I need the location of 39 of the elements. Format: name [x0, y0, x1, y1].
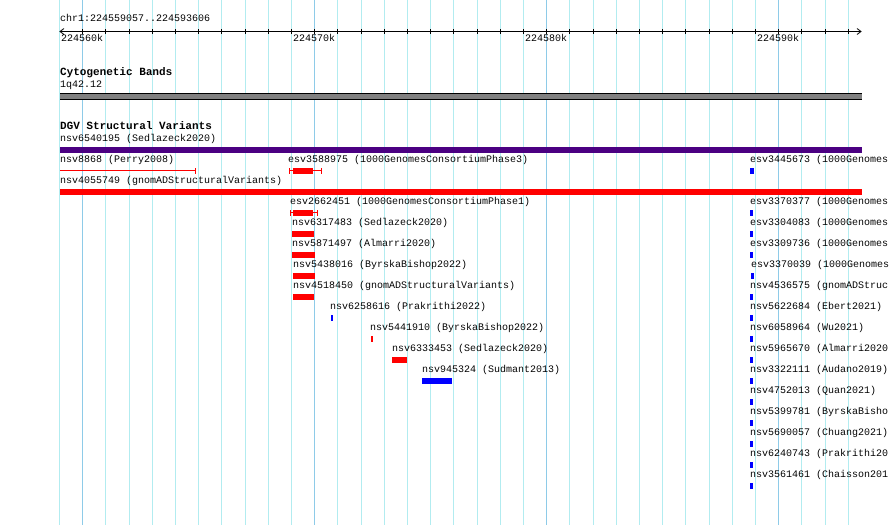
- variant-label[interactable]: nsv6540195 (Sedlazeck2020): [60, 134, 216, 146]
- variant-label[interactable]: nsv4752013 (Quan2021): [750, 386, 876, 398]
- variant-label[interactable]: nsv5690057 (Chuang2021): [750, 428, 888, 440]
- variant-label[interactable]: nsv6258616 (Prakrithi2022): [330, 302, 486, 314]
- variant-label[interactable]: esv3370039 (1000Genomes: [751, 260, 890, 272]
- location-label: chr1:224559057..224593606: [60, 14, 210, 26]
- variant-label[interactable]: nsv5399781 (ByrskaBisho: [750, 407, 888, 419]
- variant-label[interactable]: nsv945324 (Sudmant2013): [422, 365, 560, 377]
- tick-label: 224590k: [757, 34, 799, 46]
- variant-feature[interactable]: [60, 168, 196, 174]
- variant-label[interactable]: esv3309736 (1000Genomes: [750, 239, 888, 251]
- variant-label[interactable]: nsv3561461 (Chaisson201: [750, 470, 888, 482]
- variant-label[interactable]: nsv3322111 (Audano2019): [750, 365, 888, 377]
- variant-label[interactable]: nsv6240743 (Prakrithi20: [750, 449, 888, 461]
- tick-label: 224580k: [525, 34, 567, 46]
- variant-label[interactable]: nsv6333453 (Sedlazeck2020): [392, 344, 548, 356]
- variant-label[interactable]: esv3445673 (1000Genomes: [750, 155, 888, 167]
- variant-feature[interactable]: [290, 210, 318, 216]
- variant-label[interactable]: nsv4518450 (gnomADStructuralVariants): [293, 281, 516, 293]
- variant-label[interactable]: nsv5438016 (ByrskaBishop2022): [293, 260, 468, 272]
- variant-label[interactable]: esv2662451 (1000GenomesConsortiumPhase1): [290, 197, 530, 209]
- band-label: 1q42.12: [60, 80, 102, 92]
- variant-label[interactable]: nsv5441910 (ByrskaBishop2022): [370, 323, 544, 335]
- variant-label[interactable]: nsv5871497 (Almarri2020): [292, 239, 436, 251]
- variant-label[interactable]: esv3370377 (1000Genomes: [750, 197, 888, 209]
- variant-label[interactable]: nsv8868 (Perry2008): [60, 155, 174, 167]
- variant-feature[interactable]: [289, 168, 322, 174]
- tick-label: 224570k: [293, 34, 335, 46]
- variant-label[interactable]: esv3588975 (1000GenomesConsortiumPhase3): [288, 155, 528, 167]
- track-title: Cytogenetic Bands: [60, 67, 172, 79]
- tick-label: 224560k: [61, 34, 103, 46]
- variant-label[interactable]: nsv6058964 (Wu2021): [750, 323, 864, 335]
- track-title: DGV Structural Variants: [60, 121, 212, 133]
- variant-label[interactable]: nsv4536575 (gnomADStruc: [750, 281, 888, 293]
- variant-label[interactable]: esv3304083 (1000Genomes: [750, 218, 888, 230]
- variant-label[interactable]: nsv4055749 (gnomADStructuralVariants): [60, 176, 282, 188]
- variant-label[interactable]: nsv6317483 (Sedlazeck2020): [292, 218, 448, 230]
- variant-label[interactable]: nsv5965670 (Almarri2020: [750, 344, 888, 356]
- variant-label[interactable]: nsv5622684 (Ebert2021): [750, 302, 882, 314]
